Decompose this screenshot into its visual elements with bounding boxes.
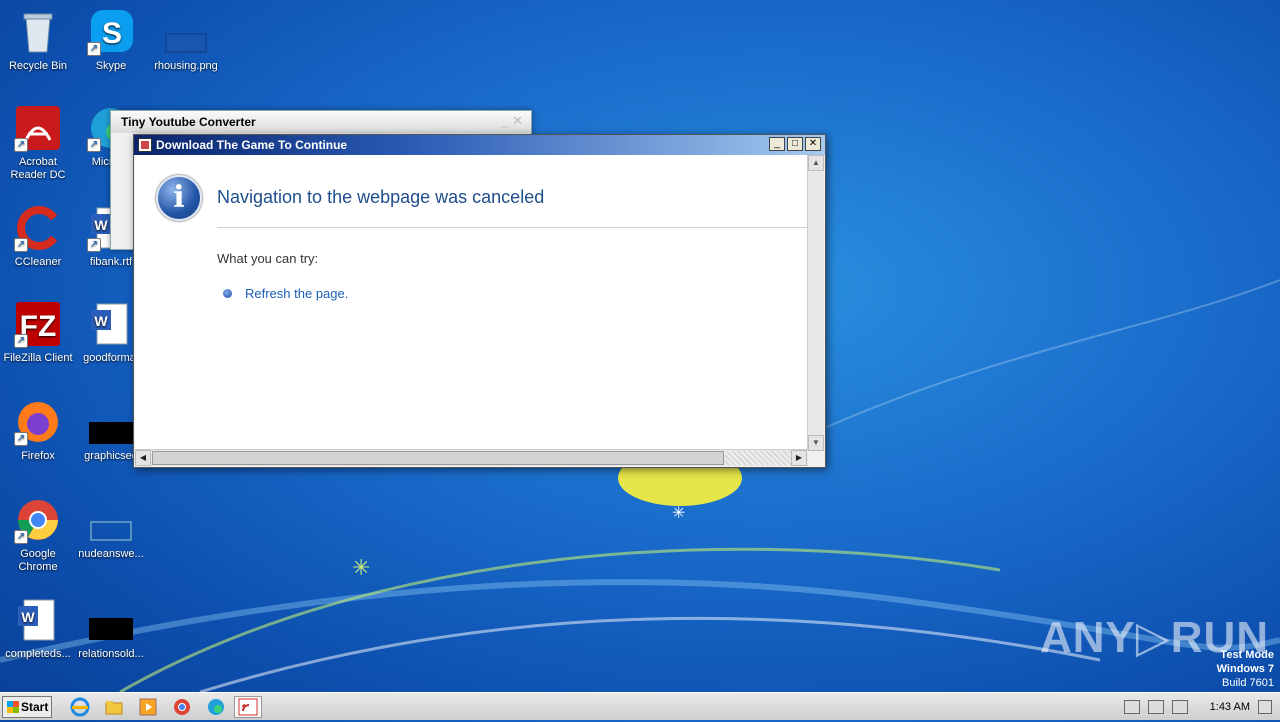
desktop-icon-completeds[interactable]: W completeds... [0,596,76,661]
skype-icon: S ↗ [87,8,135,56]
image-file-icon [162,8,210,56]
firefox-icon: ↗ [14,398,62,446]
scroll-up-icon[interactable]: ▲ [808,155,824,171]
start-button[interactable]: Start [2,696,52,718]
desktop-icon-label: Google Chrome [18,548,58,573]
close-button[interactable]: ✕ [805,137,821,151]
scrollbar-track [725,451,791,465]
desktop-icon-label: Acrobat Reader DC [10,156,66,181]
desktop-icon-firefox[interactable]: ↗ Firefox [0,398,76,463]
chrome-icon[interactable] [172,697,192,717]
scroll-left-icon[interactable]: ◀ [135,450,151,466]
clock[interactable]: 1:43 AM [1210,701,1250,713]
blank-file-icon [87,496,135,544]
desktop-icon-acrobat[interactable]: ↗ Acrobat Reader DC [0,104,76,182]
ccleaner-icon: ↗ [14,204,62,252]
desktop-icon-label: Skype [95,60,127,72]
horizontal-scrollbar[interactable]: ◀ ▶ [135,449,808,466]
desktop-icon-label: Recycle Bin [8,60,68,72]
shortcut-arrow-icon: ↗ [14,530,28,544]
filezilla-icon: FZ ↗ [14,300,62,348]
svg-text:W: W [21,609,35,625]
browser-content: i Navigation to the webpage was canceled… [135,155,808,451]
vertical-scrollbar[interactable]: ▲ ▼ [807,155,824,451]
shortcut-arrow-icon: ↗ [14,432,28,446]
media-player-icon[interactable] [138,697,158,717]
dialog-title: Download The Game To Continue [156,138,348,152]
test-mode-notice: Test Mode Windows 7 Build 7601 [1217,648,1274,690]
shortcut-arrow-icon: ↗ [87,238,101,252]
svg-text:✳: ✳ [672,505,685,522]
minimize-button[interactable]: _ [769,137,785,151]
scroll-down-icon[interactable]: ▼ [808,435,824,451]
shortcut-arrow-icon: ↗ [87,42,101,56]
os-line: Windows 7 [1216,663,1274,675]
desktop-icon-relationsold[interactable]: relationsold... [73,596,149,661]
build-line: Build 7601 [1222,677,1274,689]
black-file-icon [87,398,135,446]
edge-icon[interactable] [206,697,226,717]
desktop-icon-label: CCleaner [14,256,62,268]
test-mode-line: Test Mode [1220,649,1274,661]
shortcut-arrow-icon: ↗ [87,138,101,152]
chrome-icon: ↗ [14,496,62,544]
network-icon[interactable] [1147,700,1164,714]
black-file-icon [87,596,135,644]
app-icon [138,138,152,152]
desktop-icon-label: Firefox [21,450,55,462]
refresh-link[interactable]: Refresh the page. [245,286,348,301]
word-doc-icon: W [14,596,62,644]
explorer-icon[interactable] [104,697,124,717]
desktop-icon-label: FileZilla Client [3,352,73,364]
error-heading: Navigation to the webpage was canceled [217,187,545,207]
info-icon: i [156,175,202,221]
shortcut-arrow-icon: ↗ [14,238,28,252]
dialog-titlebar[interactable]: Download The Game To Continue _ □ ✕ [134,135,825,155]
desktop-icon-skype[interactable]: S ↗ Skype [73,8,149,73]
scroll-right-icon[interactable]: ▶ [791,450,807,466]
desktop-icon-filezilla[interactable]: FZ ↗ FileZilla Client [0,300,76,365]
internet-explorer-icon[interactable] [70,697,90,717]
desktop-icon-ccleaner[interactable]: ↗ CCleaner [0,204,76,269]
desktop-icon-recycle-bin[interactable]: Recycle Bin [0,8,76,73]
system-tray: 1:43 AM [1123,695,1280,719]
show-desktop-icon[interactable] [1258,700,1272,714]
suggestion-heading: What you can try: [217,251,319,266]
download-game-dialog[interactable]: Download The Game To Continue _ □ ✕ i Na… [133,134,826,468]
desktop-icon-chrome[interactable]: ↗ Google Chrome [0,496,76,574]
svg-text:S: S [102,17,122,50]
desktop-icon-label: relationsold... [78,648,144,660]
shortcut-arrow-icon: ↗ [14,334,28,348]
acrobat-icon: ↗ [14,104,62,152]
svg-text:W: W [94,313,108,329]
desktop-icon-label: nudeanswe... [78,548,144,560]
desktop-icon-label: rhousing.png [154,60,218,72]
flag-icon[interactable] [1171,700,1188,714]
svg-text:W: W [94,217,108,233]
desktop-icon-label: completeds... [5,648,71,660]
rss-app-icon[interactable] [234,696,262,718]
taskbar: Start 1:43 AM [0,692,1280,720]
bullet-icon [223,289,232,298]
scrollbar-thumb[interactable] [152,451,724,465]
desktop-icon-nudeanswe[interactable]: nudeanswe... [73,496,149,561]
divider [217,227,807,228]
window-title: Tiny Youtube Converter [111,111,531,133]
word-doc-icon: W [87,300,135,348]
maximize-button[interactable]: □ [787,137,803,151]
shortcut-arrow-icon: ↗ [14,138,28,152]
window-controls: _ ✕ [501,113,523,128]
svg-text:✳: ✳ [352,555,370,580]
desktop-icon-rhousing[interactable]: rhousing.png [148,8,224,73]
volume-icon[interactable] [1123,700,1140,714]
recycle-bin-icon [14,8,62,56]
